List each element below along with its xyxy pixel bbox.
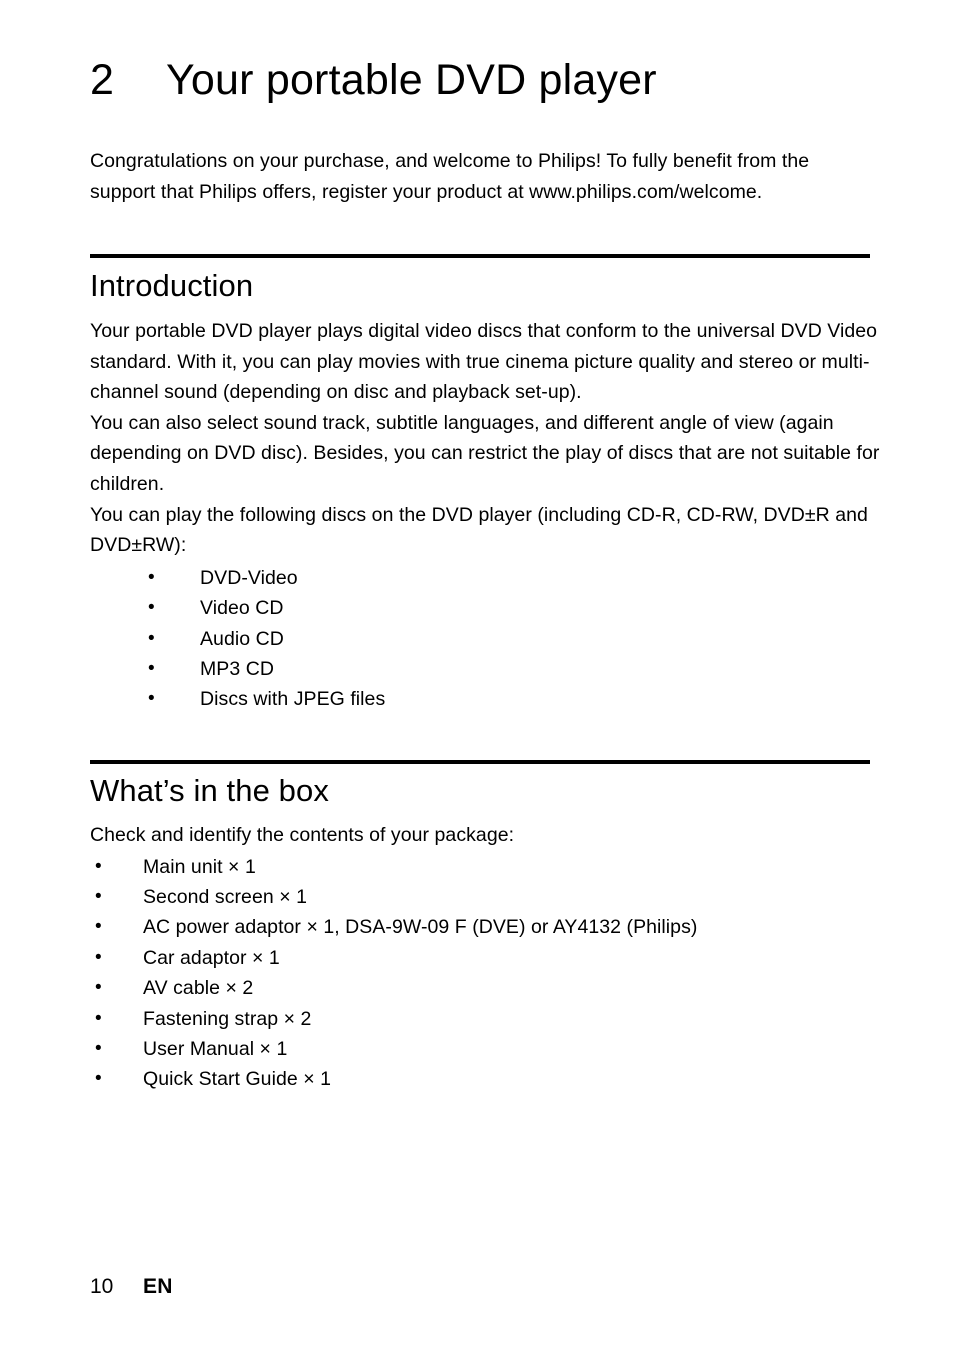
paragraph: You can also select sound track, subtitl… xyxy=(90,411,880,495)
supported-discs-list: • DVD-Video • Video CD • Audio CD • MP3 … xyxy=(90,563,890,715)
bullet-icon: • xyxy=(95,1038,102,1060)
section-rule-introduction xyxy=(90,254,870,258)
bullet-icon: • xyxy=(95,916,102,938)
paragraph: You can play the following discs on the … xyxy=(90,503,868,557)
section-body-introduction: Your portable DVD player plays digital v… xyxy=(90,316,890,715)
bullet-icon: • xyxy=(95,855,102,877)
list-item-label: User Manual × 1 xyxy=(143,1038,288,1061)
page-footer: 10 EN xyxy=(90,1274,173,1299)
bullet-icon: • xyxy=(95,946,102,968)
list-item-label: MP3 CD xyxy=(200,657,274,680)
bullet-icon: • xyxy=(148,657,155,679)
list-item: • Audio CD xyxy=(148,624,890,654)
bullet-icon: • xyxy=(148,627,155,649)
list-item: • Video CD xyxy=(148,593,890,623)
section-rule-whats-in-the-box xyxy=(90,760,870,764)
list-item-label: DVD-Video xyxy=(200,566,298,589)
section-heading-whats-in-the-box: What’s in the box xyxy=(90,773,329,808)
paragraph: Your portable DVD player plays digital v… xyxy=(90,320,878,404)
bullet-icon: • xyxy=(148,688,155,710)
page-number: 10 xyxy=(90,1275,114,1298)
list-item: • MP3 CD xyxy=(148,654,890,684)
bullet-icon: • xyxy=(95,1007,102,1029)
list-item-label: AV cable × 2 xyxy=(143,977,254,1000)
list-item: • DVD-Video xyxy=(148,563,890,593)
chapter-title: 2 Your portable DVD player xyxy=(90,56,657,104)
chapter-number: 2 xyxy=(90,56,115,104)
welcome-paragraph: Congratulations on your purchase, and we… xyxy=(90,150,810,203)
list-item: • User Manual × 1 xyxy=(95,1034,890,1064)
section-heading-introduction: Introduction xyxy=(90,268,254,303)
document-page: 2 Your portable DVD player Congratulatio… xyxy=(0,0,954,1351)
list-item-label: Audio CD xyxy=(200,627,284,650)
section-body-whats-in-the-box: Check and identify the contents of your … xyxy=(90,820,890,1095)
list-item-label: Discs with JPEG files xyxy=(200,688,386,711)
list-item-label: Video CD xyxy=(200,597,284,620)
bullet-icon: • xyxy=(95,886,102,907)
bullet-icon: • xyxy=(148,566,155,588)
bullet-icon: • xyxy=(148,597,155,619)
list-item: • Second screen × 1 xyxy=(95,882,890,912)
language-code: EN xyxy=(143,1275,173,1298)
list-item: • Discs with JPEG files xyxy=(148,684,890,714)
list-item-label: Fastening strap × 2 xyxy=(143,1007,312,1030)
list-item-label: Main unit × 1 xyxy=(143,855,256,878)
list-item: • Quick Start Guide × 1 xyxy=(95,1064,890,1094)
list-item: • Main unit × 1 xyxy=(95,852,890,882)
list-item-label: Quick Start Guide × 1 xyxy=(143,1068,332,1091)
list-item-label: AC power adaptor × 1, DSA-9W-09 F (DVE) … xyxy=(143,916,698,939)
paragraph: Check and identify the contents of your … xyxy=(90,824,515,846)
list-item: • AV cable × 2 xyxy=(95,973,890,1003)
chapter-title-text: Your portable DVD player xyxy=(166,56,657,104)
list-item-label: Second screen × 1 xyxy=(143,886,308,908)
bullet-icon: • xyxy=(95,1068,102,1090)
list-item: • AC power adaptor × 1, DSA-9W-09 F (DVE… xyxy=(95,912,890,942)
bullet-icon: • xyxy=(95,977,102,999)
list-item: • Fastening strap × 2 xyxy=(95,1004,890,1034)
list-item: • Car adaptor × 1 xyxy=(95,943,890,973)
list-item-label: Car adaptor × 1 xyxy=(143,946,280,969)
box-contents-list: • Main unit × 1 • Second screen × 1 • AC… xyxy=(90,852,890,1095)
